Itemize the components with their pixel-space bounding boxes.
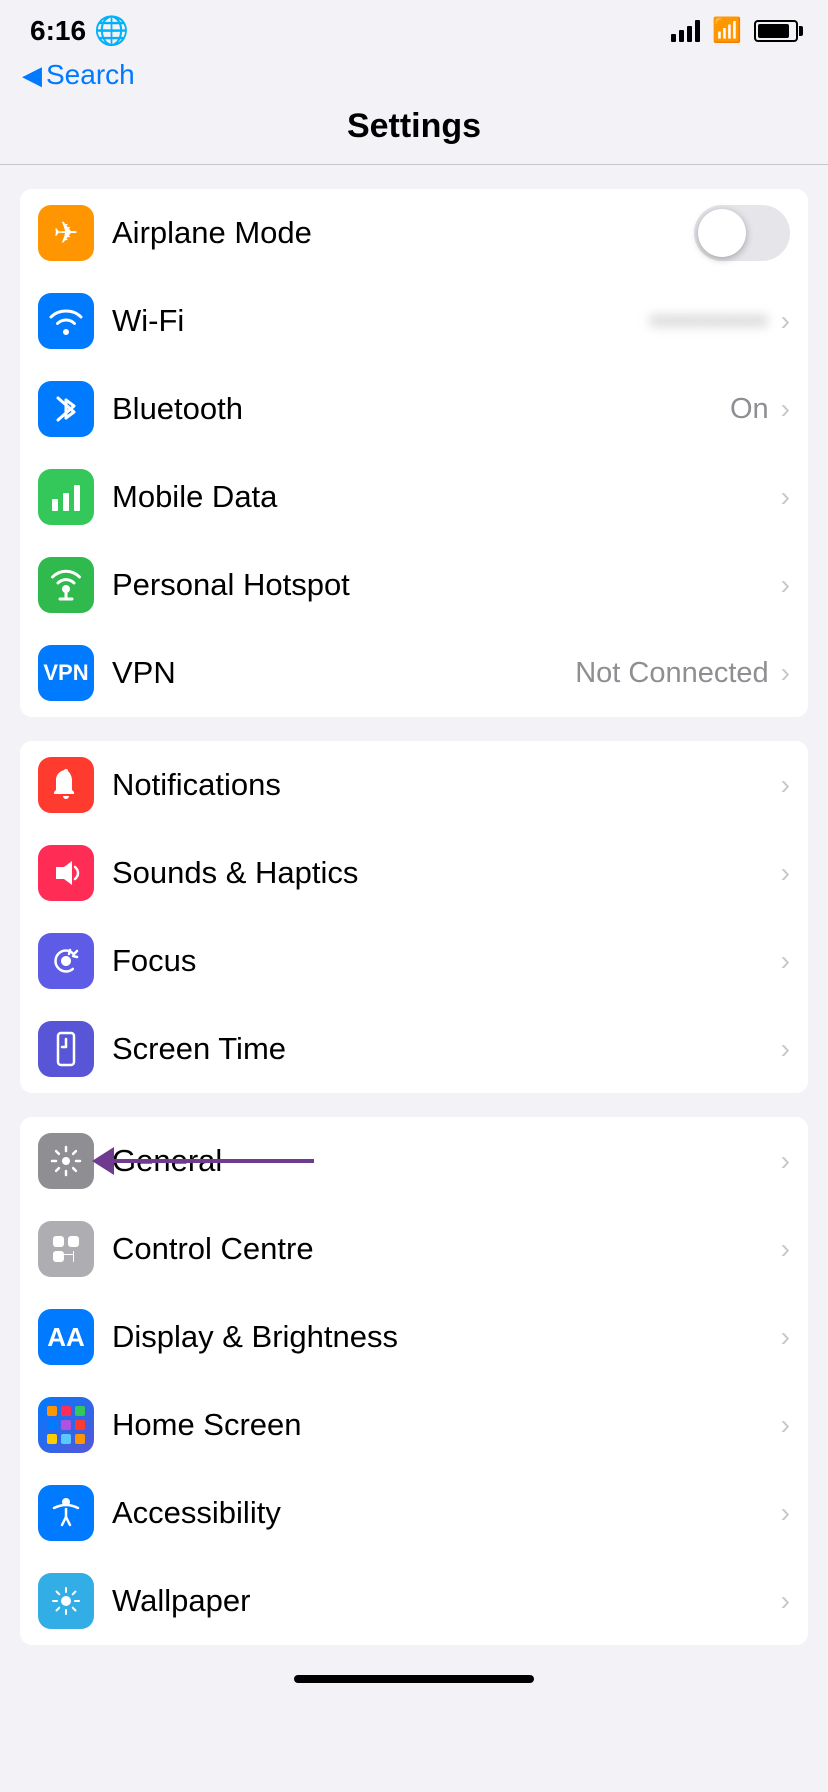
mobile-data-chevron-icon: › [781, 481, 790, 513]
wallpaper-chevron-icon: › [781, 1585, 790, 1617]
sounds-haptics-icon [38, 845, 94, 901]
status-indicators: 📶 [671, 16, 798, 45]
row-display-brightness[interactable]: AA Display & Brightness › [20, 1293, 808, 1381]
vpn-value: Not Connected [575, 657, 768, 690]
display-brightness-label: Display & Brightness [112, 1319, 777, 1355]
status-globe-icon: 🌐 [94, 14, 129, 47]
personal-hotspot-label: Personal Hotspot [112, 567, 777, 603]
row-wallpaper[interactable]: Wallpaper › [20, 1557, 808, 1645]
back-arrow-icon: ◀ [22, 60, 42, 91]
vpn-icon: VPN [38, 645, 94, 701]
control-centre-label: Control Centre [112, 1231, 777, 1267]
home-indicator-area [0, 1645, 828, 1693]
row-airplane-mode[interactable]: ✈ Airplane Mode [20, 189, 808, 277]
accessibility-icon [38, 1485, 94, 1541]
bluetooth-chevron-icon: › [781, 393, 790, 425]
wifi-icon [38, 293, 94, 349]
wifi-status-icon: 📶 [712, 16, 742, 45]
bluetooth-value: On [730, 393, 769, 426]
bluetooth-icon [38, 381, 94, 437]
status-time: 6:16 [30, 15, 86, 47]
home-screen-icon [38, 1397, 94, 1453]
screen-time-chevron-icon: › [781, 1033, 790, 1065]
mobile-data-label: Mobile Data [112, 479, 777, 515]
row-control-centre[interactable]: Control Centre › [20, 1205, 808, 1293]
general-chevron-icon: › [781, 1145, 790, 1177]
notifications-icon [38, 757, 94, 813]
section-system: General › Control Centre › AA Disp [20, 1117, 808, 1645]
row-bluetooth[interactable]: Bluetooth On › [20, 365, 808, 453]
row-home-screen[interactable]: Home Screen › [20, 1381, 808, 1469]
airplane-mode-toggle[interactable] [694, 205, 790, 261]
nav-back-area[interactable]: ◀ Search [0, 55, 828, 99]
notifications-chevron-icon: › [781, 769, 790, 801]
signal-icon [671, 20, 700, 42]
accessibility-chevron-icon: › [781, 1497, 790, 1529]
page-title-bar: Settings [0, 99, 828, 165]
row-notifications[interactable]: Notifications › [20, 741, 808, 829]
home-screen-label: Home Screen [112, 1407, 777, 1443]
sounds-haptics-chevron-icon: › [781, 857, 790, 889]
status-bar: 6:16 🌐 📶 [0, 0, 828, 55]
page-title: Settings [0, 107, 828, 146]
general-icon [38, 1133, 94, 1189]
wallpaper-icon [38, 1573, 94, 1629]
row-sounds-haptics[interactable]: Sounds & Haptics › [20, 829, 808, 917]
home-indicator [294, 1675, 534, 1683]
row-wifi[interactable]: Wi-Fi •••••••••• › [20, 277, 808, 365]
wifi-chevron-icon: › [781, 305, 790, 337]
row-focus[interactable]: Focus › [20, 917, 808, 1005]
row-screen-time[interactable]: Screen Time › [20, 1005, 808, 1093]
vpn-label: VPN [112, 655, 575, 691]
row-accessibility[interactable]: Accessibility › [20, 1469, 808, 1557]
row-mobile-data[interactable]: Mobile Data › [20, 453, 808, 541]
control-centre-chevron-icon: › [781, 1233, 790, 1265]
back-button[interactable]: ◀ Search [22, 59, 798, 91]
display-brightness-icon: AA [38, 1309, 94, 1365]
screen-time-label: Screen Time [112, 1031, 777, 1067]
airplane-mode-icon: ✈ [38, 205, 94, 261]
display-brightness-chevron-icon: › [781, 1321, 790, 1353]
personal-hotspot-chevron-icon: › [781, 569, 790, 601]
sounds-haptics-label: Sounds & Haptics [112, 855, 777, 891]
home-screen-chevron-icon: › [781, 1409, 790, 1441]
wifi-value: •••••••••• [651, 305, 769, 337]
back-label: Search [46, 59, 135, 91]
control-centre-icon [38, 1221, 94, 1277]
mobile-data-icon [38, 469, 94, 525]
vpn-chevron-icon: › [781, 657, 790, 689]
row-personal-hotspot[interactable]: Personal Hotspot › [20, 541, 808, 629]
section-connectivity: ✈ Airplane Mode Wi-Fi •••••••••• › Bluet… [20, 189, 808, 717]
wifi-label: Wi-Fi [112, 303, 651, 339]
personal-hotspot-icon [38, 557, 94, 613]
section-notifications: Notifications › Sounds & Haptics › Focus… [20, 741, 808, 1093]
wallpaper-label: Wallpaper [112, 1583, 777, 1619]
screen-time-icon [38, 1021, 94, 1077]
status-time-area: 6:16 🌐 [30, 14, 129, 47]
focus-chevron-icon: › [781, 945, 790, 977]
notifications-label: Notifications [112, 767, 777, 803]
row-general[interactable]: General › [20, 1117, 808, 1205]
focus-icon [38, 933, 94, 989]
battery-icon [754, 20, 798, 42]
accessibility-label: Accessibility [112, 1495, 777, 1531]
bluetooth-label: Bluetooth [112, 391, 730, 427]
general-label: General [112, 1143, 777, 1179]
row-vpn[interactable]: VPN VPN Not Connected › [20, 629, 808, 717]
airplane-mode-label: Airplane Mode [112, 215, 694, 251]
focus-label: Focus [112, 943, 777, 979]
